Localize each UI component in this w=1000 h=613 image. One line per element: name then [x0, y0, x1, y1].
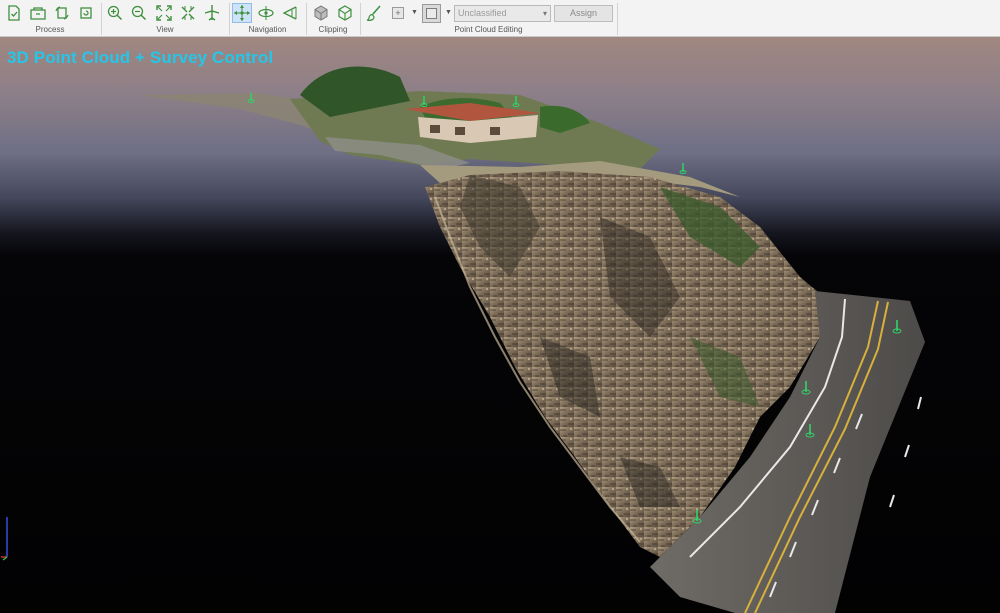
chevron-down-icon: ▾ [542, 9, 547, 18]
chevron-down-icon[interactable]: ▼ [445, 9, 452, 16]
point-cloud-scene [1, 66, 925, 613]
add-class-button[interactable]: + [392, 7, 404, 19]
survey-control-marker-icon[interactable] [679, 163, 687, 174]
application-window: Process View Navigation Clipping + ▼ ▼ U… [0, 0, 1000, 613]
clipping-group-label: Clipping [318, 25, 348, 34]
clipping-box-icon[interactable] [311, 3, 331, 23]
view-group: View [102, 0, 228, 37]
point-cloud-editing-group-label: Point Cloud Editing [454, 25, 523, 34]
zoom-selection-icon[interactable] [178, 3, 198, 23]
new-document-icon[interactable] [4, 3, 24, 23]
process-group: Process [0, 0, 100, 37]
navigation-group: Navigation [230, 0, 305, 37]
assign-button[interactable]: Assign [554, 5, 613, 22]
view-group-label: View [156, 25, 174, 34]
process-group-label: Process [35, 25, 65, 34]
zoom-in-icon[interactable] [105, 3, 125, 23]
pan-navigation-icon[interactable] [232, 3, 252, 23]
group-divider [617, 3, 618, 35]
paint-brush-icon[interactable] [364, 3, 384, 23]
classification-select-value: Unclassified [458, 8, 507, 18]
zoom-out-icon[interactable] [129, 3, 149, 23]
orbit-navigation-icon[interactable] [256, 3, 276, 23]
look-around-icon[interactable] [280, 3, 300, 23]
flythrough-plane-icon[interactable] [202, 3, 222, 23]
selection-box-button[interactable] [422, 4, 441, 23]
navigation-group-label: Navigation [248, 25, 287, 34]
point-cloud-editing-group: + ▼ ▼ Unclassified ▾ Assign Point Cloud … [361, 0, 616, 37]
ribbon-toolbar: Process View Navigation Clipping + ▼ ▼ U… [0, 0, 1000, 37]
clipping-planes-icon[interactable] [335, 3, 355, 23]
classification-select[interactable]: Unclassified ▾ [454, 5, 551, 22]
clipping-group: Clipping [307, 0, 359, 37]
zoom-extents-icon[interactable] [154, 3, 174, 23]
point-cloud-viewport[interactable]: 3D Point Cloud + Survey Control [0, 37, 1000, 613]
open-project-icon[interactable] [28, 3, 48, 23]
reprocess-icon[interactable] [76, 3, 96, 23]
process-refresh-icon[interactable] [52, 3, 72, 23]
viewport-title: 3D Point Cloud + Survey Control [7, 48, 274, 67]
axis-triad-icon [1, 517, 8, 561]
chevron-down-icon[interactable]: ▼ [411, 9, 418, 16]
